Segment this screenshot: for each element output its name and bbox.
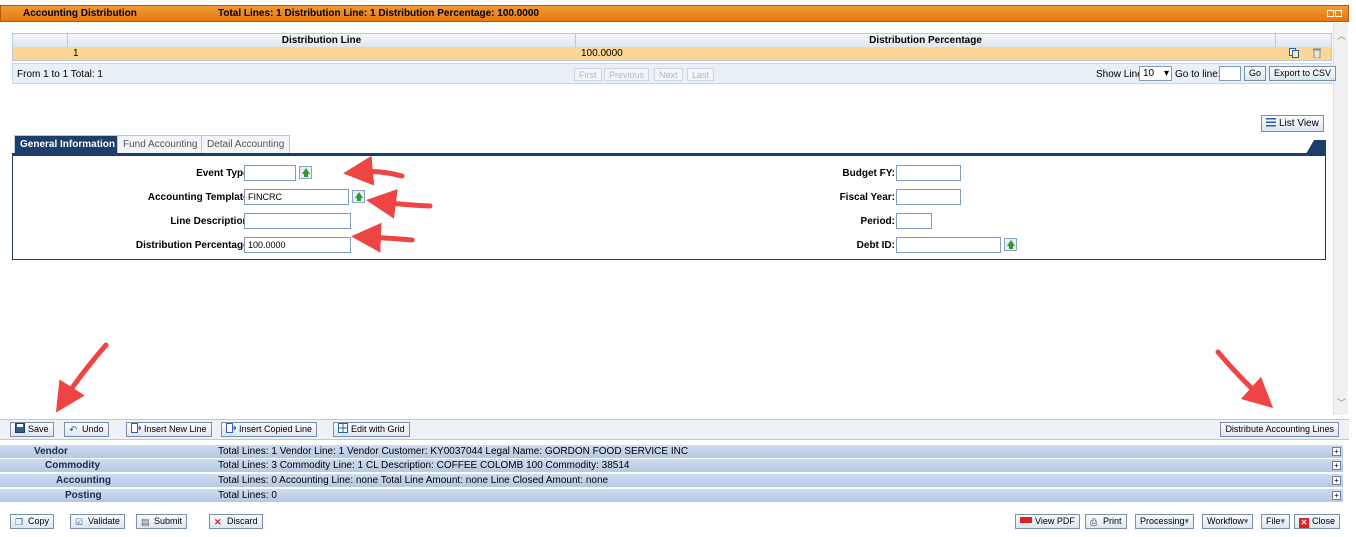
arrow-event-type <box>343 155 405 186</box>
arrow-template <box>366 188 433 219</box>
arrow-dist-pct <box>351 222 415 253</box>
annotation-arrows <box>55 155 1274 413</box>
arrow-distribute <box>1215 349 1274 409</box>
arrow-save <box>55 342 109 413</box>
